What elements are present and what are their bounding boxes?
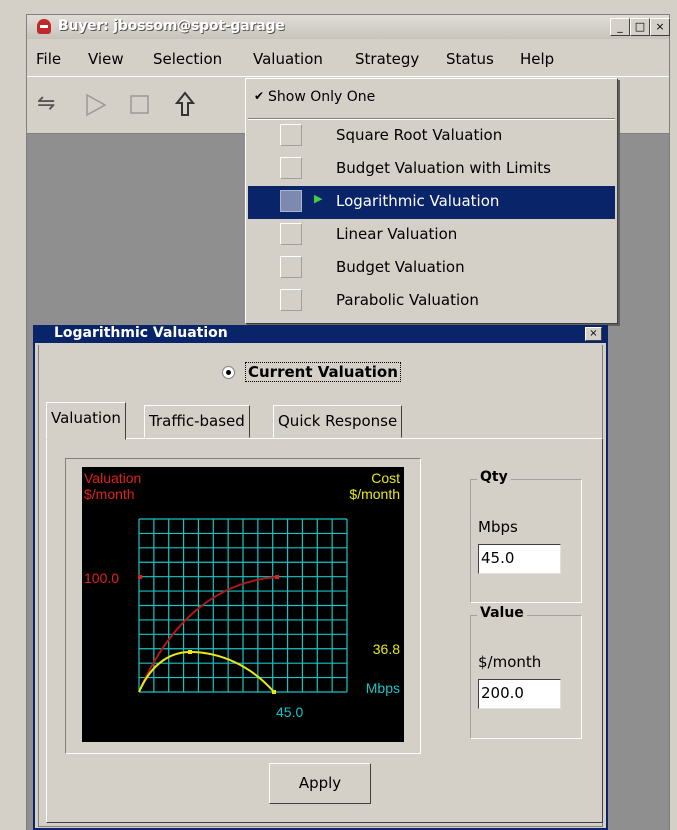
cost-end-point	[272, 690, 276, 694]
app-icon	[37, 19, 51, 34]
menu-valuation[interactable]: Valuation	[253, 50, 323, 68]
menu-item-icon-box	[280, 256, 302, 278]
window-title: Buyer: jbossom@spot-garage	[58, 18, 285, 34]
x-axis-unit-label: Mbps	[366, 680, 400, 696]
current-valuation-radio[interactable]	[222, 366, 235, 379]
value-group	[470, 615, 582, 739]
menu-item-label: Square Root Valuation	[336, 126, 503, 144]
menu-item-show-only-one[interactable]: ✔ Show Only One	[246, 79, 617, 117]
cost-curve	[138, 650, 275, 693]
cost-axis-unit: $/month	[349, 486, 400, 502]
menu-item-label: Budget Valuation with Limits	[336, 159, 551, 177]
value-unit-label: $/month	[478, 653, 542, 671]
play-icon[interactable]	[84, 93, 108, 117]
menu-item-label: Linear Valuation	[336, 225, 458, 243]
menu-item-icon-box	[280, 124, 302, 146]
menu-item-icon-box	[280, 190, 302, 212]
menu-status[interactable]: Status	[446, 50, 494, 68]
valuation-graph: Valuation $/month Cost $/month 100.0 36.…	[82, 467, 404, 742]
swap-arrows-icon[interactable]: ⇋	[37, 91, 55, 116]
valuation-dropdown-menu: ✔ Show Only One Square Root Valuation Bu…	[245, 78, 618, 324]
menu-strategy[interactable]: Strategy	[355, 50, 419, 68]
menu-help[interactable]: Help	[520, 50, 554, 68]
value-group-title: Value	[477, 605, 527, 621]
valuation-mark-label: 100.0	[84, 570, 119, 586]
value-field[interactable]: 200.0	[478, 679, 561, 709]
internal-frame-title: Logarithmic Valuation	[54, 325, 228, 341]
menu-item-label: Parabolic Valuation	[336, 291, 479, 309]
menu-item-parabolic-valuation[interactable]: Parabolic Valuation	[248, 285, 615, 318]
cost-peak-point	[188, 650, 192, 654]
valuation-axis-unit: $/month	[84, 486, 135, 502]
maximize-button[interactable]: □	[630, 18, 650, 36]
menu-item-budget-valuation[interactable]: Budget Valuation	[248, 252, 615, 285]
menu-selection[interactable]: Selection	[153, 50, 222, 68]
qty-unit-label: Mbps	[478, 518, 518, 536]
apply-button[interactable]: Apply	[269, 763, 371, 804]
menu-item-logarithmic-valuation[interactable]: ▶ Logarithmic Valuation	[248, 186, 615, 219]
valuation-axis-point	[138, 575, 142, 579]
upload-arrow-icon[interactable]	[175, 91, 195, 119]
internal-frame-close-button[interactable]: ×	[585, 327, 602, 341]
cost-axis-label: Cost	[371, 470, 400, 486]
menu-item-square-root-valuation[interactable]: Square Root Valuation	[248, 120, 615, 153]
show-only-one-label: Show Only One	[268, 89, 376, 105]
qty-group	[470, 479, 582, 603]
tab-quick-response[interactable]: Quick Response	[273, 405, 403, 438]
valuation-curve-point	[275, 575, 279, 579]
x-mark-label: 45.0	[276, 704, 303, 720]
title-bar: Buyer: jbossom@spot-garage _ □ ×	[27, 15, 670, 39]
menu-item-label: Budget Valuation	[336, 258, 465, 276]
qty-group-title: Qty	[477, 469, 511, 485]
selected-arrow-icon: ▶	[314, 192, 323, 205]
menu-item-linear-valuation[interactable]: Linear Valuation	[248, 219, 615, 252]
valuation-graph-svg: Valuation $/month Cost $/month 100.0 36.…	[84, 470, 400, 720]
menu-view[interactable]: View	[88, 50, 124, 68]
tab-traffic-based[interactable]: Traffic-based	[144, 405, 250, 438]
current-valuation-label[interactable]: Current Valuation	[245, 362, 401, 382]
menu-item-icon-box	[280, 157, 302, 179]
valuation-axis-label: Valuation	[84, 470, 141, 486]
menu-item-icon-box	[280, 223, 302, 245]
stop-icon[interactable]	[129, 94, 151, 116]
cost-mark-label: 36.8	[373, 641, 400, 657]
menu-file[interactable]: File	[36, 50, 61, 68]
checkmark-icon: ✔	[254, 89, 265, 103]
menu-bar: File View Selection Valuation Strategy S…	[27, 44, 669, 74]
menu-item-icon-box	[280, 289, 302, 311]
close-button[interactable]: ×	[650, 18, 670, 36]
qty-field[interactable]: 45.0	[478, 544, 561, 574]
internal-frame-title-bar[interactable]: Logarithmic Valuation	[33, 325, 608, 343]
menu-item-budget-valuation-with-limits[interactable]: Budget Valuation with Limits	[248, 153, 615, 186]
minimize-button[interactable]: _	[610, 18, 630, 36]
menu-item-label: Logarithmic Valuation	[336, 192, 500, 210]
tab-valuation[interactable]: Valuation	[46, 402, 126, 440]
